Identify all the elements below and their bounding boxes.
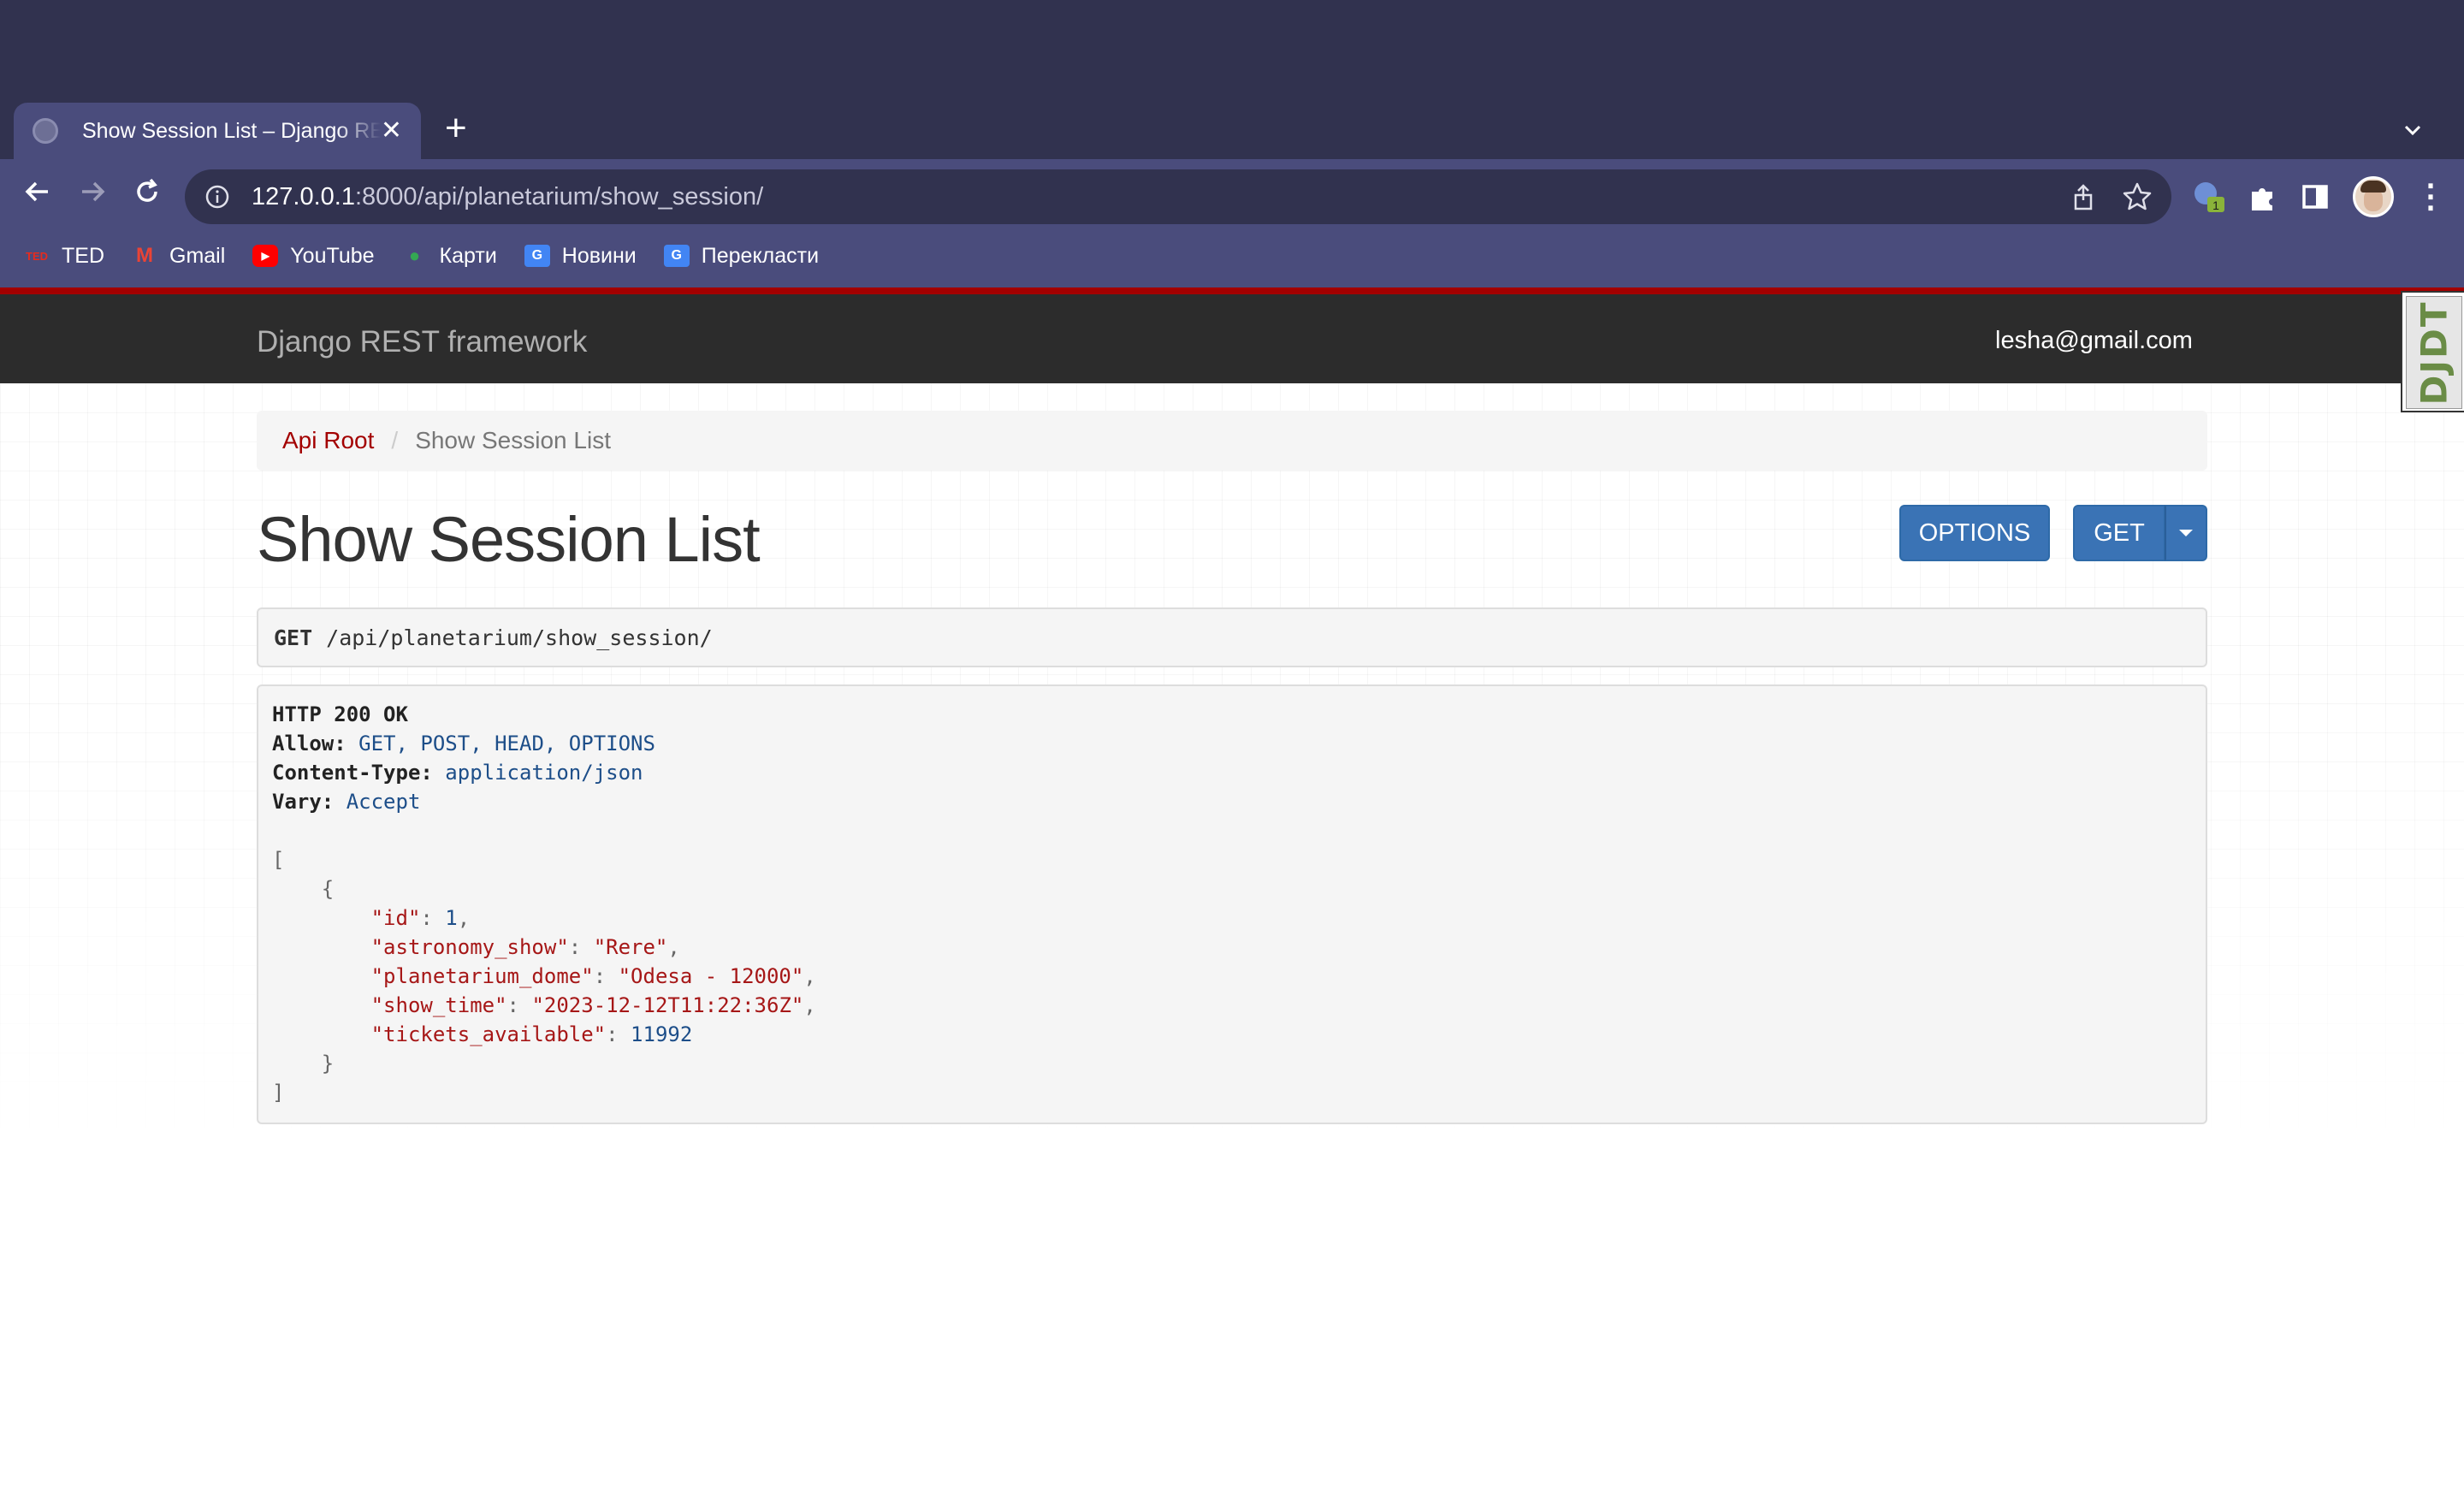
header-name: Allow: [272,732,346,755]
breadcrumb-separator: / [391,427,399,453]
json-value: 1 [445,906,458,930]
globe-icon [33,118,58,144]
share-icon[interactable] [2069,183,2098,216]
maps-icon: ● [408,245,421,266]
json-open-bracket: [ [272,848,285,872]
reload-button[interactable] [127,171,168,212]
breadcrumb: Api Root / Show Session List [257,411,2207,471]
get-format-dropdown[interactable] [2165,505,2207,561]
options-button[interactable]: OPTIONS [1899,505,2050,561]
json-key: "planetarium_dome" [370,964,594,988]
close-icon[interactable]: ✕ [381,118,402,144]
chevron-down-icon[interactable] [2396,116,2430,145]
news-icon: G [524,245,550,267]
json-close-bracket: ] [272,1081,285,1105]
bookmark-youtube[interactable]: ▶ YouTube [252,235,375,276]
page-title: Show Session List [257,504,761,575]
gmail-icon: M [136,244,153,267]
bookmark-label: Карти [439,243,497,268]
url-text[interactable]: 127.0.0.1:8000/api/planetarium/show_sess… [252,183,763,211]
header-name: Vary: [272,790,335,814]
debug-toolbar-label: DJDT [2413,299,2455,406]
bookmark-label: Gmail [169,243,226,268]
url-host: 127.0.0.1 [252,182,355,210]
json-key: "astronomy_show" [370,935,569,959]
puzzle-icon[interactable] [2243,178,2281,216]
user-menu[interactable]: lesha@gmail.com [1995,327,2193,355]
page-content: Django REST framework lesha@gmail.com DJ… [0,287,2464,1499]
address-bar[interactable]: 127.0.0.1:8000/api/planetarium/show_sess… [185,169,2171,224]
bookmark-label: Перекласти [701,243,820,268]
response-status: HTTP 200 OK [272,702,408,726]
arrow-right-icon [82,181,105,202]
breadcrumb-api-root[interactable]: Api Root [282,427,374,454]
json-open-brace: { [321,877,335,901]
header-value: Accept [346,790,421,814]
extension-badge: 1 [2212,198,2219,212]
forward-button[interactable] [72,171,113,212]
ted-icon: TED [26,249,48,263]
bookmark-gmail[interactable]: M Gmail [132,235,225,276]
debug-toolbar-handle[interactable]: DJDT [2401,291,2464,412]
request-method: GET [274,625,313,650]
bookmark-maps[interactable]: ● Карти [402,235,497,276]
bookmark-star-icon[interactable] [2122,181,2153,216]
bookmark-translate[interactable]: G Перекласти [663,235,820,276]
new-tab-button[interactable]: + [445,110,467,147]
bookmarks-bar: TED TED M Gmail ▶ YouTube ● Карти G Нови… [0,224,2464,287]
back-button[interactable] [17,171,58,212]
bookmark-ted[interactable]: TED TED [24,235,104,276]
response-info: HTTP 200 OK Allow: GET, POST, HEAD, OPTI… [257,684,2207,1124]
info-icon[interactable] [204,183,231,210]
json-value: 11992 [631,1022,693,1046]
reload-icon [137,178,157,202]
json-key: "tickets_available" [370,1022,607,1046]
json-key: "id" [370,906,421,930]
tab-title: Show Session List – Django REST framewor… [82,118,381,143]
header-value: application/json [445,761,643,785]
request-url: /api/planetarium/show_session/ [326,625,713,650]
bookmark-news[interactable]: G Новини [524,235,637,276]
bookmark-label: Новини [561,243,637,268]
brand-link[interactable]: Django REST framework [257,325,587,359]
profile-avatar[interactable] [2353,176,2394,217]
json-value: "Rere" [593,935,668,959]
debug-toolbar-box: DJDT [2406,296,2462,409]
breadcrumb-current: Show Session List [415,427,611,453]
accent-strip [0,287,2464,294]
get-button[interactable]: GET [2073,505,2165,561]
browser-tab[interactable]: Show Session List – Django REST framewor… [14,103,421,159]
navbar: Django REST framework lesha@gmail.com [0,294,2464,383]
json-value: "Odesa - 12000" [618,964,804,988]
browser-chrome: Show Session List – Django REST framewor… [0,0,2464,287]
youtube-icon: ▶ [252,245,279,267]
caret-down-icon [2179,530,2193,536]
arrow-left-icon [25,181,48,202]
extension-icon[interactable]: 1 [2190,178,2228,216]
bookmark-label: TED [62,243,104,268]
url-path: :8000/api/planetarium/show_session/ [354,182,764,210]
header-value: GET, POST, HEAD, OPTIONS [358,732,655,755]
bookmark-label: YouTube [290,243,375,268]
more-menu-icon[interactable]: ⋮ [2414,180,2447,214]
side-panel-icon[interactable] [2296,178,2334,216]
json-close-brace: } [321,1052,335,1075]
request-info: GET /api/planetarium/show_session/ [257,607,2207,667]
translate-icon: G [663,245,690,267]
json-value: "2023-12-12T11:22:36Z" [531,993,804,1017]
header-name: Content-Type: [272,761,433,785]
json-key: "show_time" [370,993,507,1017]
